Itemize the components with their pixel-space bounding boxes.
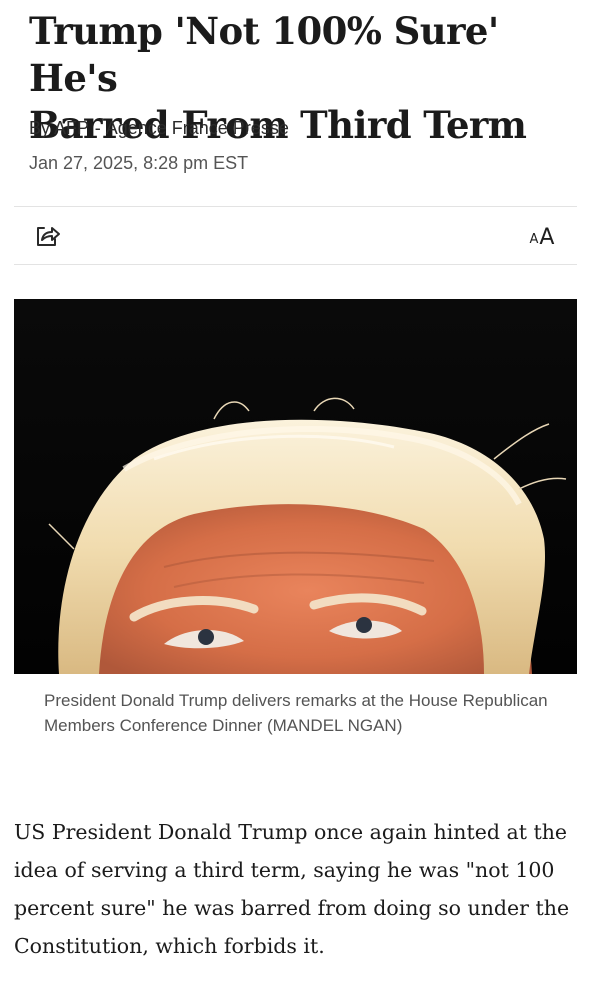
agency-name: Agence France Presse bbox=[105, 118, 289, 138]
headline-line-1: Trump 'Not 100% Sure' He's bbox=[29, 9, 499, 100]
text-size-large-glyph: A bbox=[539, 225, 555, 250]
text-size-button[interactable]: AA bbox=[522, 220, 562, 252]
publish-date: Jan 27, 2025, 8:28 pm EST bbox=[29, 153, 249, 173]
share-icon bbox=[37, 227, 60, 246]
toolbar-divider-top bbox=[14, 206, 577, 207]
author-link[interactable]: AFP bbox=[54, 118, 89, 138]
article-photo bbox=[14, 299, 577, 674]
photo-caption: President Donald Trump delivers remarks … bbox=[44, 691, 548, 735]
toolbar-divider-bottom bbox=[14, 264, 577, 265]
byline: By AFP - Agence France Presse bbox=[29, 116, 289, 140]
share-button[interactable] bbox=[30, 220, 66, 252]
article-page: Trump 'Not 100% Sure' He's Barred From Th… bbox=[0, 0, 590, 1000]
text-size-small-glyph: A bbox=[529, 232, 539, 247]
article-paragraph: US President Donald Trump once again hin… bbox=[14, 820, 570, 958]
portrait-illustration bbox=[14, 299, 577, 674]
byline-prefix: By bbox=[29, 118, 55, 138]
byline-separator: - bbox=[94, 118, 101, 138]
